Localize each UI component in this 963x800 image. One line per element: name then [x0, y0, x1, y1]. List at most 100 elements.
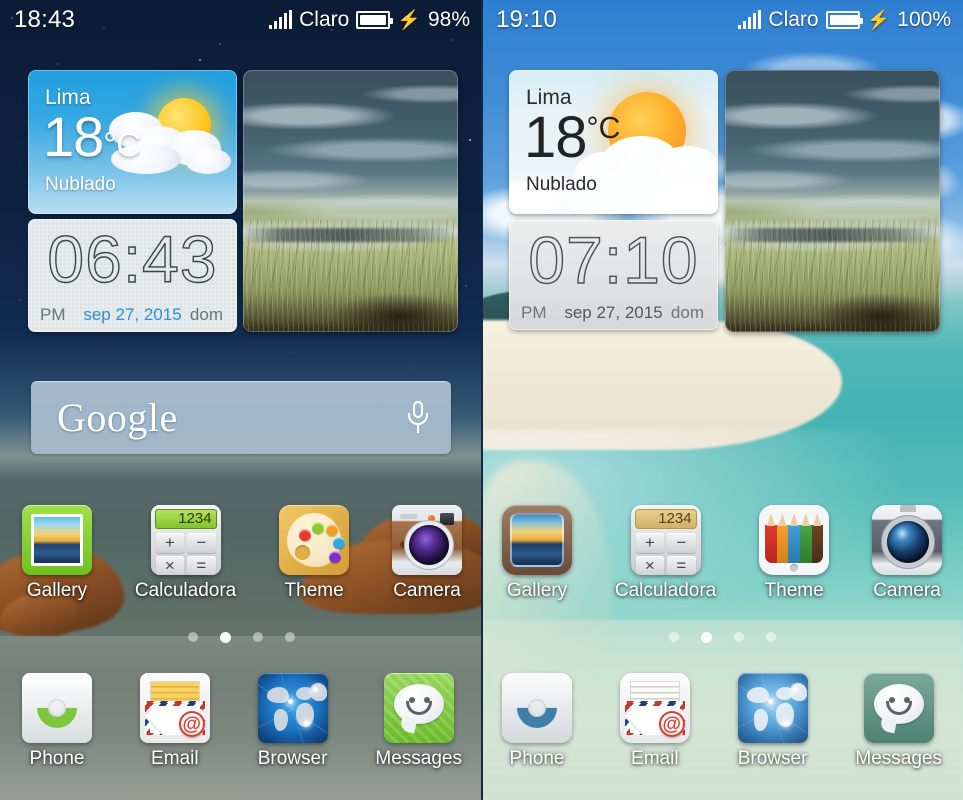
gallery-icon[interactable]: [22, 505, 92, 575]
clock-widget[interactable]: 06:43 PM sep 27, 2015 dom: [28, 219, 237, 332]
weather-card[interactable]: Lima 18°C Nublado: [28, 70, 237, 214]
dock-phone[interactable]: Phone: [502, 673, 572, 770]
clock-day-of-week: dom: [670, 303, 704, 322]
weather-widget[interactable]: Lima 18°C Nublado: [28, 70, 237, 214]
calculator-icon[interactable]: 1234 + − × =: [630, 505, 701, 575]
weather-condition: Nublado: [526, 174, 597, 195]
dock-messages[interactable]: Messages: [855, 673, 942, 770]
battery-icon: [356, 11, 394, 29]
app-theme[interactable]: Theme: [759, 505, 830, 602]
phone-handset-icon[interactable]: [502, 673, 572, 743]
app-gallery[interactable]: Gallery: [22, 505, 92, 602]
page-dot[interactable]: [766, 632, 776, 642]
status-indicators: Claro ⚡ 100%: [738, 8, 951, 32]
clock-date[interactable]: sep 27, 2015: [564, 303, 662, 323]
signal-bars-icon: [738, 9, 762, 29]
app-label: Phone: [509, 748, 565, 769]
page-indicator[interactable]: [0, 632, 482, 643]
app-label: Browser: [257, 748, 328, 769]
page-dot[interactable]: [252, 632, 263, 642]
bolt-icon: ⚡: [397, 9, 421, 31]
page-dot[interactable]: [284, 632, 295, 642]
envelope-at-icon[interactable]: @: [139, 673, 210, 743]
dock-email[interactable]: @ Email: [139, 673, 210, 770]
page-dot[interactable]: [669, 632, 679, 642]
calculator-display: 1234: [634, 509, 697, 529]
battery-percent: 100%: [897, 8, 951, 31]
photo-frame-widget[interactable]: [243, 70, 458, 332]
colored-pencils-icon[interactable]: [759, 505, 830, 575]
envelope-at-icon[interactable]: @: [619, 673, 690, 743]
app-camera[interactable]: Camera: [391, 505, 462, 602]
phone-handset-icon[interactable]: [22, 673, 92, 743]
page-dot[interactable]: [187, 632, 198, 642]
app-label: Calculadora: [134, 580, 237, 601]
bolt-icon: ⚡: [866, 9, 891, 31]
globe-icon[interactable]: [737, 673, 808, 743]
photo-frame-widget[interactable]: [725, 70, 940, 332]
dual-homescreen-comparison: 18:43 Claro ⚡ 98% Lima 18°C Nublado 06:4…: [0, 0, 963, 800]
page-dot-active[interactable]: [219, 632, 231, 643]
status-bar[interactable]: 18:43 Claro ⚡ 98%: [0, 0, 482, 40]
clock-time: 07:10: [528, 222, 699, 297]
app-label: Theme: [764, 580, 824, 601]
weather-card[interactable]: Lima 18°C Nublado: [509, 70, 718, 214]
dock-row: Phone @ Email Browser Messages: [22, 673, 462, 770]
calc-key: +: [635, 533, 665, 553]
photo-frame-image[interactable]: [243, 70, 458, 332]
app-label: Theme: [284, 580, 344, 601]
palette-icon[interactable]: [279, 505, 350, 575]
google-search-bar[interactable]: Google: [31, 381, 451, 454]
app-camera[interactable]: Camera: [871, 505, 942, 602]
calc-key: ×: [155, 556, 185, 575]
screen-right: 19:10 Claro ⚡ 100% Lima 18°C Nublado 07:…: [482, 0, 963, 800]
clock-meta: PM sep 27, 2015 dom: [509, 302, 718, 324]
calc-key: =: [667, 556, 696, 575]
page-dot[interactable]: [734, 632, 744, 642]
smiley-chat-bubble-icon[interactable]: [863, 673, 934, 743]
calc-key: −: [667, 533, 696, 553]
app-label: Gallery: [26, 580, 88, 601]
dock-messages[interactable]: Messages: [375, 673, 462, 770]
app-calculadora[interactable]: 1234 + − × = Calculadora: [135, 505, 236, 602]
clock-card[interactable]: 07:10 PM sep 27, 2015 dom: [509, 220, 718, 330]
calculator-icon[interactable]: 1234 + − × =: [150, 505, 221, 575]
app-label: Messages: [855, 748, 942, 769]
clock-ampm: PM: [521, 303, 547, 322]
dock-email[interactable]: @ Email: [619, 673, 690, 770]
clock-date[interactable]: sep 27, 2015: [83, 305, 181, 325]
clock-card[interactable]: 06:43 PM sep 27, 2015 dom: [28, 219, 237, 332]
clock-widget[interactable]: 07:10 PM sep 27, 2015 dom: [509, 220, 718, 330]
weather-temperature: 18°C: [43, 105, 141, 168]
gallery-icon[interactable]: [502, 505, 572, 575]
dock-browser[interactable]: Browser: [737, 673, 808, 770]
status-bar[interactable]: 19:10 Claro ⚡ 100%: [482, 0, 963, 40]
app-label: Phone: [29, 748, 85, 769]
weather-widget[interactable]: Lima 18°C Nublado: [509, 70, 718, 214]
battery-icon: [825, 11, 863, 29]
dock-phone[interactable]: Phone: [22, 673, 92, 770]
page-dot-active[interactable]: [701, 632, 712, 643]
smiley-chat-bubble-icon[interactable]: [383, 673, 454, 743]
camera-icon[interactable]: [871, 505, 942, 575]
photo-frame-image[interactable]: [725, 70, 940, 332]
app-row-page: Gallery 1234 + − × = Calculadora Theme C…: [22, 505, 462, 602]
app-label: Calculadora: [614, 580, 717, 601]
calc-key: −: [187, 533, 216, 553]
page-indicator[interactable]: [482, 632, 963, 643]
app-row-page: Gallery 1234 + − × = Calculadora Theme C…: [502, 505, 942, 602]
app-theme[interactable]: Theme: [279, 505, 350, 602]
panel-divider: [481, 0, 483, 800]
calculator-keys: + − × =: [155, 533, 216, 575]
microphone-icon[interactable]: [407, 400, 429, 435]
app-gallery[interactable]: Gallery: [502, 505, 572, 602]
calculator-keys: + − × =: [635, 533, 696, 575]
globe-icon[interactable]: [257, 673, 328, 743]
status-clock: 19:10: [496, 6, 558, 33]
app-calculadora[interactable]: 1234 + − × = Calculadora: [615, 505, 716, 602]
camera-icon[interactable]: [391, 505, 462, 575]
app-label: Email: [631, 748, 679, 769]
app-label: Messages: [375, 748, 462, 769]
screen-left: 18:43 Claro ⚡ 98% Lima 18°C Nublado 06:4…: [0, 0, 482, 800]
dock-browser[interactable]: Browser: [257, 673, 328, 770]
